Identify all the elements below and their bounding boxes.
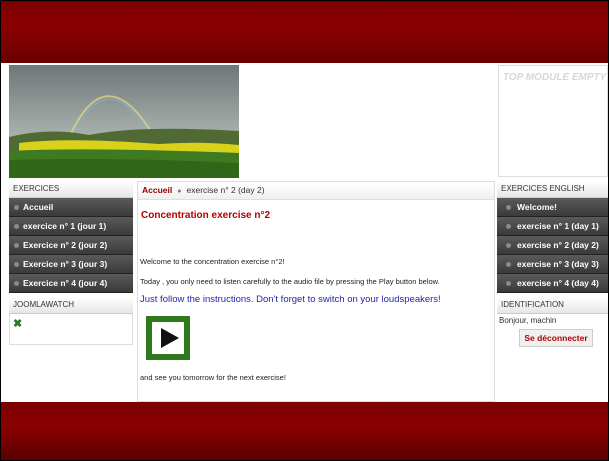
menu-item-exercise-2[interactable]: exercise n° 2 (day 2) bbox=[497, 236, 608, 255]
menu-item-exercice-1[interactable]: exercice n° 1 (jour 1) bbox=[9, 217, 133, 236]
menu-item-exercise-1[interactable]: exercise n° 1 (day 1) bbox=[497, 217, 608, 236]
logout-button[interactable]: Se déconnecter bbox=[519, 329, 593, 347]
menu-item-exercice-3[interactable]: Exercice n° 3 (jour 3) bbox=[9, 255, 133, 274]
right-column: EXERCICES ENGLISH Welcome! exercise n° 1… bbox=[497, 181, 608, 347]
menu-item-label: Exercice n° 3 (jour 3) bbox=[23, 259, 108, 269]
bullet-icon bbox=[506, 205, 511, 211]
bullet-icon bbox=[506, 262, 511, 268]
menu-item-accueil[interactable]: Accueil bbox=[9, 198, 133, 217]
menu-item-exercice-4[interactable]: Exercice n° 4 (jour 4) bbox=[9, 274, 133, 293]
menu-item-exercise-4[interactable]: exercise n° 4 (day 4) bbox=[497, 274, 608, 293]
breadcrumb: Accueil ● exercise n° 2 (day 2) bbox=[138, 182, 494, 200]
left-column: EXERCICES Accueil exercice n° 1 (jour 1)… bbox=[9, 181, 133, 345]
content-area: TOP MODULE EMPTY EXERCICES Accueil exerc… bbox=[6, 63, 608, 402]
bullet-icon bbox=[506, 281, 511, 287]
play-icon bbox=[152, 322, 184, 354]
english-exercises-menu: Welcome! exercise n° 1 (day 1) exercise … bbox=[497, 198, 608, 293]
menu-item-label: Welcome! bbox=[517, 202, 557, 212]
english-exercises-title: EXERCICES ENGLISH bbox=[497, 181, 608, 198]
joomlawatch-module: ✖ bbox=[9, 314, 133, 345]
menu-item-label: exercise n° 1 (day 1) bbox=[517, 221, 599, 231]
bullet-icon bbox=[14, 243, 19, 249]
main-article: Accueil ● exercise n° 2 (day 2) Concentrat… bbox=[137, 181, 495, 402]
bullet-icon bbox=[14, 224, 19, 230]
page-frame: TOP MODULE EMPTY EXERCICES Accueil exerc… bbox=[0, 0, 609, 461]
article-title: Concentration exercise n°2 bbox=[141, 210, 271, 221]
menu-item-label: exercise n° 3 (day 3) bbox=[517, 259, 599, 269]
breadcrumb-home-link[interactable]: Accueil bbox=[142, 185, 172, 195]
menu-item-welcome[interactable]: Welcome! bbox=[497, 198, 608, 217]
intro-paragraph: Welcome to the concentration exercise n°… bbox=[140, 257, 285, 266]
joomlawatch-title: JOOMLAWATCH bbox=[9, 297, 133, 314]
bullet-icon bbox=[14, 205, 19, 211]
greeting-text: Bonjour, machin bbox=[499, 316, 557, 325]
top-module-text: TOP MODULE EMPTY bbox=[503, 72, 607, 83]
menu-item-label: Exercice n° 4 (jour 4) bbox=[23, 278, 108, 288]
banner-image bbox=[9, 65, 239, 178]
menu-item-label: Exercice n° 2 (jour 2) bbox=[23, 240, 108, 250]
menu-item-label: exercice n° 1 (jour 1) bbox=[23, 221, 107, 231]
exercises-module-title: EXERCICES bbox=[9, 181, 133, 198]
joomlawatch-icon[interactable]: ✖ bbox=[13, 317, 22, 330]
top-module: TOP MODULE EMPTY bbox=[498, 65, 608, 177]
header-bar bbox=[1, 1, 608, 63]
breadcrumb-current: exercise n° 2 (day 2) bbox=[186, 185, 265, 195]
menu-item-exercice-2[interactable]: Exercice n° 2 (jour 2) bbox=[9, 236, 133, 255]
bullet-icon bbox=[14, 262, 19, 268]
play-button[interactable] bbox=[146, 316, 190, 360]
menu-item-label: exercise n° 4 (day 4) bbox=[517, 278, 599, 288]
highlight-paragraph: Just follow the instructions. Don't forg… bbox=[140, 294, 441, 305]
footer-bar bbox=[1, 402, 608, 460]
identification-title: IDENTIFICATION bbox=[497, 297, 608, 314]
menu-item-label: exercise n° 2 (day 2) bbox=[517, 240, 599, 250]
menu-item-label: Accueil bbox=[23, 202, 54, 212]
closing-paragraph: and see you tomorrow for the next exerci… bbox=[140, 373, 286, 382]
bullet-icon bbox=[14, 281, 19, 287]
instruction-paragraph: Today , you only need to listen carefull… bbox=[140, 277, 440, 286]
menu-item-exercise-3[interactable]: exercise n° 3 (day 3) bbox=[497, 255, 608, 274]
breadcrumb-separator-icon: ● bbox=[177, 188, 182, 195]
bullet-icon bbox=[506, 224, 511, 230]
exercises-menu: Accueil exercice n° 1 (jour 1) Exercice … bbox=[9, 198, 133, 293]
bullet-icon bbox=[506, 243, 511, 249]
